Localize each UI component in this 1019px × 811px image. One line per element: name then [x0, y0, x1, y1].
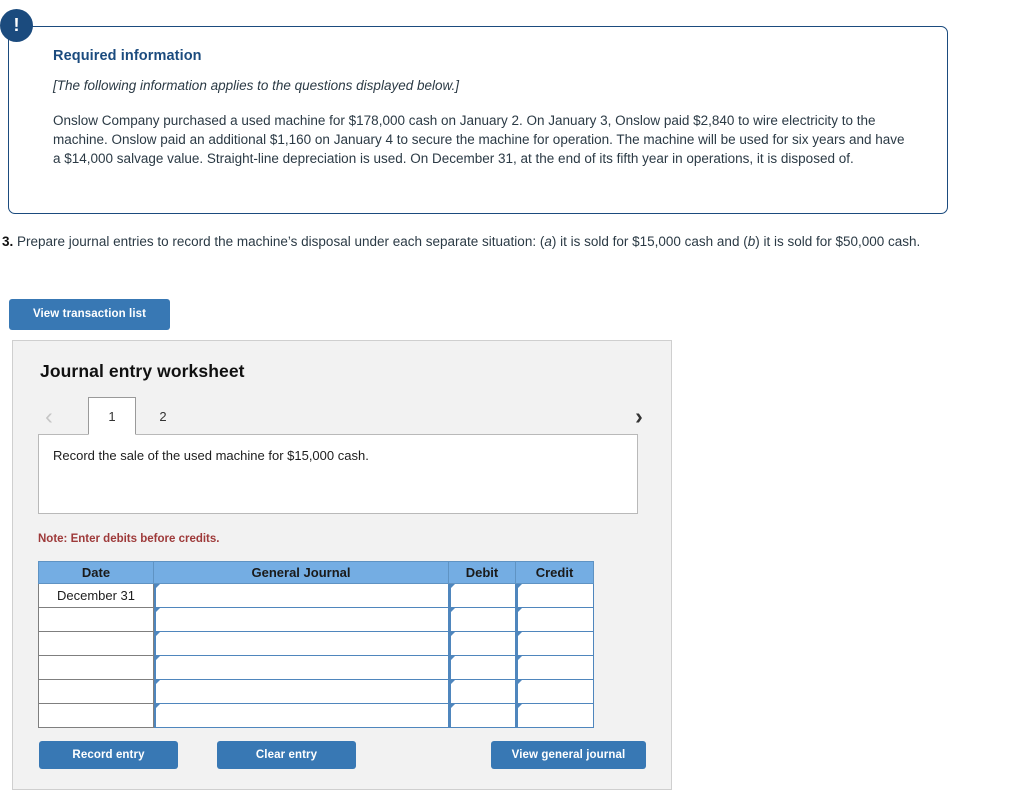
column-header-general-journal: General Journal [153, 561, 449, 584]
table-row [38, 703, 594, 728]
cell-debit-3[interactable] [448, 631, 516, 656]
table-row [38, 679, 594, 704]
cell-credit-1[interactable] [515, 583, 594, 608]
worksheet-tabstrip: ‹ 1 2 › [36, 397, 652, 435]
table-row [38, 655, 594, 680]
cell-general-journal-3[interactable] [153, 631, 449, 656]
chevron-right-icon[interactable]: › [626, 401, 652, 431]
cell-date-1[interactable]: December 31 [38, 583, 154, 608]
entry-description-text: Record the sale of the used machine for … [53, 448, 369, 463]
column-header-debit: Debit [448, 561, 516, 584]
exclamation-icon: ! [0, 9, 33, 42]
debits-before-credits-note: Note: Enter debits before credits. [38, 533, 220, 545]
record-entry-button[interactable]: Record entry [39, 741, 178, 769]
question-part-2: ) it is sold for $15,000 cash and ( [551, 234, 748, 249]
cell-debit-2[interactable] [448, 607, 516, 632]
cell-general-journal-4[interactable] [153, 655, 449, 680]
callout-italic-note: [The following information applies to th… [53, 78, 459, 93]
tab-1-label: 1 [108, 409, 116, 424]
cell-credit-6[interactable] [515, 703, 594, 728]
tab-1[interactable]: 1 [88, 397, 136, 435]
question-text: 3. Prepare journal entries to record the… [2, 232, 962, 252]
cell-date-3[interactable] [38, 631, 154, 656]
table-row: December 31 [38, 583, 594, 608]
callout-body-text: Onslow Company purchased a used machine … [53, 113, 905, 167]
journal-entry-worksheet-panel: Journal entry worksheet ‹ 1 2 › Record t… [12, 340, 672, 790]
table-row [38, 607, 594, 632]
cell-date-2[interactable] [38, 607, 154, 632]
cell-debit-6[interactable] [448, 703, 516, 728]
chevron-left-icon[interactable]: ‹ [36, 401, 62, 431]
cell-credit-5[interactable] [515, 679, 594, 704]
cell-debit-1[interactable] [448, 583, 516, 608]
cell-general-journal-1[interactable] [153, 583, 449, 608]
view-transaction-list-button[interactable]: View transaction list [9, 299, 170, 330]
journal-entry-table: Date General Journal Debit Credit Decemb… [38, 561, 594, 728]
view-general-journal-button[interactable]: View general journal [491, 741, 646, 769]
cell-general-journal-5[interactable] [153, 679, 449, 704]
callout-title: Required information [53, 48, 202, 64]
question-label-a: a [544, 234, 552, 249]
table-header-row: Date General Journal Debit Credit [38, 561, 594, 584]
cell-credit-4[interactable] [515, 655, 594, 680]
question-number: 3. [2, 234, 14, 249]
worksheet-title: Journal entry worksheet [40, 361, 245, 381]
cell-date-6[interactable] [38, 703, 154, 728]
cell-general-journal-6[interactable] [153, 703, 449, 728]
column-header-credit: Credit [515, 561, 594, 584]
required-information-callout: ! Required information [The following in… [0, 9, 948, 214]
tab-2[interactable]: 2 [139, 397, 187, 435]
entry-description-box: Record the sale of the used machine for … [38, 434, 638, 514]
cell-date-4[interactable] [38, 655, 154, 680]
question-part-1: Prepare journal entries to record the ma… [13, 234, 545, 249]
tab-2-label: 2 [159, 409, 167, 424]
cell-date-5[interactable] [38, 679, 154, 704]
column-header-date: Date [38, 561, 154, 584]
cell-debit-5[interactable] [448, 679, 516, 704]
cell-general-journal-2[interactable] [153, 607, 449, 632]
cell-debit-4[interactable] [448, 655, 516, 680]
cell-credit-2[interactable] [515, 607, 594, 632]
question-part-3: ) it is sold for $50,000 cash. [755, 234, 921, 249]
table-row [38, 631, 594, 656]
cell-credit-3[interactable] [515, 631, 594, 656]
callout-content: Required information [The following info… [53, 48, 912, 168]
clear-entry-button[interactable]: Clear entry [217, 741, 356, 769]
